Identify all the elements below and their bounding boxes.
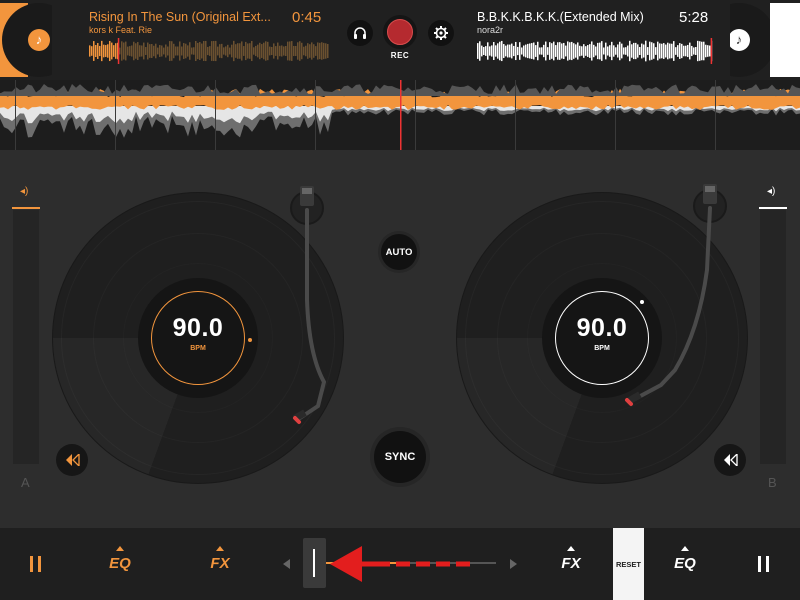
deck-b-track-title[interactable]: B.B.K.K.B.K.K.(Extended Mix)	[477, 10, 644, 24]
deck-b-fx-label: FX	[561, 555, 581, 572]
deck-area: ◂) A 90.0 BPM AUTO SYNC 90.0 BPM ◂) B	[0, 150, 800, 528]
deck-b-time: 5:28	[679, 9, 709, 26]
deck-a-bpm-value: 90.0	[172, 314, 224, 342]
deck-a-mini-waveform[interactable]	[89, 38, 329, 64]
deck-b-album-art[interactable]: ♪	[730, 3, 800, 77]
deck-b-letter: B	[768, 475, 777, 490]
deck-a-pause-button[interactable]	[29, 556, 43, 572]
deck-a-track-artist: kors k Feat. Rie	[89, 25, 153, 35]
crossfader-right-arrow-icon[interactable]	[510, 559, 517, 569]
deck-b-volume-slider[interactable]	[760, 210, 786, 464]
deck-b-fx-button[interactable]: FX	[551, 546, 591, 572]
deck-b-mini-waveform[interactable]	[477, 38, 713, 64]
auto-button[interactable]: AUTO	[381, 234, 417, 270]
deck-a-tonearm[interactable]	[280, 150, 340, 440]
expand-up-icon	[681, 546, 689, 551]
crossfader-handle[interactable]	[303, 538, 326, 588]
settings-button[interactable]	[428, 20, 454, 46]
deck-b-volume-icon: ◂)	[767, 186, 776, 197]
deck-b-pause-button[interactable]	[757, 556, 771, 572]
headphones-button[interactable]	[347, 20, 373, 46]
record-button[interactable]	[383, 15, 417, 49]
deck-b-volume-level	[759, 207, 787, 209]
deck-b-eq-button[interactable]: EQ	[665, 546, 705, 572]
deck-b-eq-label: EQ	[674, 555, 696, 572]
deck-a-position-dot	[248, 338, 252, 342]
deck-a-fx-label: FX	[210, 555, 230, 572]
deck-a-time: 0:45	[292, 9, 322, 26]
expand-up-icon	[567, 546, 575, 551]
bottom-bar: EQ FX FX RESET EQ	[0, 528, 800, 600]
deck-a-bpm-label: BPM	[190, 345, 206, 352]
rewind-icon	[66, 454, 80, 466]
deck-a-volume-level	[12, 207, 40, 209]
gear-icon	[434, 26, 448, 40]
rewind-icon	[724, 454, 738, 466]
top-bar: ♪ Rising In The Sun (Original Ext... kor…	[0, 0, 800, 80]
main-waveform[interactable]	[0, 80, 800, 150]
deck-a-letter: A	[21, 475, 30, 490]
deck-a-fx-button[interactable]: FX	[200, 546, 240, 572]
deck-a-rewind-button[interactable]	[56, 444, 88, 476]
deck-a-bpm-display[interactable]: 90.0 BPM	[138, 278, 258, 398]
annotation-arrow-icon	[330, 546, 470, 582]
deck-a-track-title[interactable]: Rising In The Sun (Original Ext...	[89, 10, 271, 24]
music-note-icon: ♪	[28, 29, 50, 51]
record-label: REC	[390, 51, 410, 60]
deck-a-eq-label: EQ	[109, 555, 131, 572]
reset-button[interactable]: RESET	[613, 528, 644, 600]
sync-button[interactable]: SYNC	[374, 431, 426, 483]
deck-a-volume-slider[interactable]	[13, 210, 39, 464]
record-icon	[387, 19, 413, 45]
headphones-icon	[354, 27, 366, 39]
deck-b-tonearm[interactable]	[615, 150, 727, 440]
deck-a-album-art[interactable]: ♪	[0, 3, 52, 77]
crossfader-left-arrow-icon[interactable]	[283, 559, 290, 569]
deck-a-volume-icon: ◂)	[20, 186, 29, 197]
expand-up-icon	[216, 546, 224, 551]
deck-a-eq-button[interactable]: EQ	[100, 546, 140, 572]
deck-b-track-artist: nora2r	[477, 25, 504, 35]
deck-b-rewind-button[interactable]	[714, 444, 746, 476]
expand-up-icon	[116, 546, 124, 551]
